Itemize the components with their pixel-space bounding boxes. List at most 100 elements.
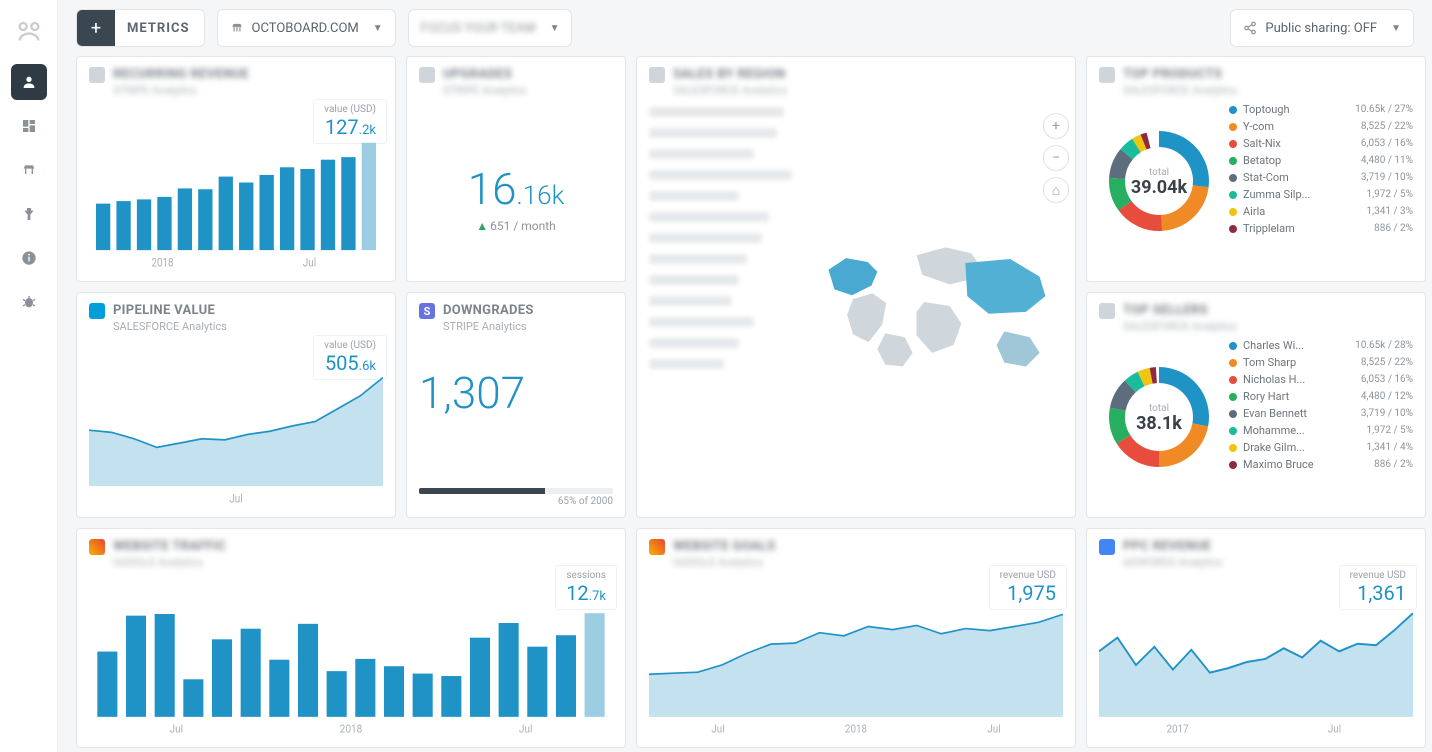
card-title: SALES BY REGION: [673, 67, 787, 82]
legend-row: Y-com8,525 / 22%: [1229, 118, 1413, 135]
legend-row: Airla1,341 / 3%: [1229, 203, 1413, 220]
nav-debug-icon[interactable]: [11, 284, 47, 320]
svg-text:38.1k: 38.1k: [1136, 413, 1182, 434]
svg-text:Jul: Jul: [987, 722, 1000, 736]
progress-bar: 65% of 2000: [419, 488, 613, 507]
card-upgrades[interactable]: UPGRADES STRIPE Analytics 16.16k ▲651 / m…: [406, 56, 626, 282]
card-subtitle: GOOGLE Analytics: [673, 556, 776, 569]
legend-row: Zumma Silp...1,972 / 5%: [1229, 186, 1413, 203]
card-top-sellers[interactable]: TOP SELLERS SALESFORCE Analytics total38.…: [1086, 292, 1426, 518]
world-map[interactable]: [809, 97, 1063, 511]
nav-account-icon[interactable]: [11, 64, 47, 100]
svg-text:Jul: Jul: [711, 722, 724, 736]
legend-row: Rory Hart4,480 / 12%: [1229, 388, 1413, 405]
adwords-icon: [1099, 539, 1115, 555]
legend-row: Maximo Bruce886 / 2%: [1229, 456, 1413, 473]
public-sharing-label: Public sharing: OFF: [1265, 21, 1377, 36]
metric-value: 16.16k: [419, 163, 613, 215]
card-subtitle: STRIPE Analytics: [113, 84, 249, 97]
bar-chart: Jul 2018 Jul: [89, 569, 613, 737]
nav-dashboards-icon[interactable]: [11, 108, 47, 144]
legend-row: Drake Gilm...1,341 / 4%: [1229, 439, 1413, 456]
card-subtitle: SALESFORCE Analytics: [673, 84, 787, 97]
legend-row: Tom Sharp8,525 / 22%: [1229, 354, 1413, 371]
sidebar: [0, 0, 58, 752]
donut-chart: total38.1k: [1099, 337, 1219, 487]
nav-integrations-icon[interactable]: [11, 196, 47, 232]
chevron-down-icon: ▼: [373, 23, 383, 34]
metric-value: 1,307: [419, 367, 613, 419]
card-pipeline-value[interactable]: PIPELINE VALUESALESFORCE Analytics value…: [76, 292, 396, 518]
card-title: UPGRADES: [443, 67, 527, 82]
legend: Toptough10.65k / 27%Y-com8,525 / 22%Salt…: [1229, 101, 1413, 251]
share-icon: [1243, 21, 1257, 35]
card-recurring-revenue[interactable]: RECURRING REVENUESTRIPE Analytics value …: [76, 56, 396, 282]
stripe-icon: [419, 67, 435, 83]
area-chart: Jul: [89, 333, 383, 507]
card-subtitle: SALESFORCE Analytics: [113, 320, 227, 333]
card-subtitle: ADWORDS Analytics: [1123, 556, 1223, 569]
salesforce-icon: [89, 303, 105, 319]
card-subtitle: STRIPE Analytics: [443, 84, 527, 97]
google-analytics-icon: [649, 539, 665, 555]
svg-text:Jul: Jul: [170, 722, 184, 736]
card-ppc-revenue[interactable]: PPC REVENUEADWORDS Analytics revenue USD…: [1086, 528, 1426, 748]
legend-row: Mohamme...1,972 / 5%: [1229, 422, 1413, 439]
zoom-out-button[interactable]: −: [1043, 145, 1069, 171]
legend-row: Nicholas H...6,053 / 16%: [1229, 371, 1413, 388]
card-website-goals[interactable]: WEBSITE GOALSGOOGLE Analytics revenue US…: [636, 528, 1076, 748]
card-title: WEBSITE TRAFFIC: [113, 539, 226, 554]
nav-data-icon[interactable]: [11, 152, 47, 188]
card-subtitle: SALESFORCE Analytics: [1123, 320, 1237, 333]
card-title: RECURRING REVENUE: [113, 67, 249, 82]
legend-row: Tripplelam886 / 2%: [1229, 220, 1413, 237]
card-subtitle: STRIPE Analytics: [443, 320, 534, 333]
card-title: PIPELINE VALUE: [113, 303, 227, 318]
donut-chart: total39.04k: [1099, 101, 1219, 251]
salesforce-icon: [1099, 303, 1115, 319]
svg-text:Jul: Jul: [303, 256, 316, 270]
card-title: TOP SELLERS: [1123, 303, 1237, 318]
salesforce-icon: [649, 67, 665, 83]
card-subtitle: SALESFORCE Analytics: [1123, 84, 1237, 97]
area-chart: Jul 2018 Jul: [649, 569, 1063, 737]
public-sharing-toggle[interactable]: Public sharing: OFF ▼: [1230, 9, 1414, 47]
stripe-icon: [89, 67, 105, 83]
card-title: DOWNGRADES: [443, 303, 534, 318]
card-title: WEBSITE GOALS: [673, 539, 776, 554]
line-chart: 2017Jul: [1099, 569, 1413, 737]
metric-delta: ▲651 / month: [419, 219, 613, 233]
chevron-down-icon: ▼: [550, 23, 560, 34]
bar-chart: 2018 Jul: [89, 97, 383, 271]
legend-row: Charles Wi...10.65k / 28%: [1229, 337, 1413, 354]
region-list: [649, 103, 799, 511]
svg-text:2018: 2018: [340, 722, 363, 736]
google-analytics-icon: [89, 539, 105, 555]
svg-text:Jul: Jul: [1328, 722, 1341, 736]
card-downgrades[interactable]: SDOWNGRADESSTRIPE Analytics 1,307 65% of…: [406, 292, 626, 518]
legend: Charles Wi...10.65k / 28%Tom Sharp8,525 …: [1229, 337, 1413, 487]
workspace-select[interactable]: OCTOBOARD.COM ▼: [217, 9, 396, 47]
zoom-in-button[interactable]: +: [1043, 113, 1069, 139]
card-subtitle: GOOGLE Analytics: [113, 556, 226, 569]
svg-text:2018: 2018: [845, 722, 867, 736]
plus-icon: +: [77, 9, 115, 47]
card-top-products[interactable]: TOP PRODUCTSSALESFORCE Analytics total39…: [1086, 56, 1426, 282]
card-website-traffic[interactable]: WEBSITE TRAFFICGOOGLE Analytics sessions…: [76, 528, 626, 748]
svg-text:39.04k: 39.04k: [1131, 177, 1188, 198]
add-metrics-button[interactable]: + METRICS: [76, 9, 205, 47]
nav-info-icon[interactable]: [11, 240, 47, 276]
card-title: PPC REVENUE: [1123, 539, 1223, 554]
brand-logo: [9, 10, 49, 50]
home-button[interactable]: ⌂: [1043, 177, 1069, 203]
svg-text:Jul: Jul: [519, 722, 533, 736]
svg-text:2018: 2018: [151, 256, 173, 270]
card-sales-region[interactable]: SALES BY REGIONSALESFORCE Analytics + − …: [636, 56, 1076, 518]
legend-row: Salt-Nix6,053 / 16%: [1229, 135, 1413, 152]
team-select[interactable]: FOCUS YOUR TEAM ▼: [408, 9, 573, 47]
legend-row: Toptough10.65k / 27%: [1229, 101, 1413, 118]
legend-row: Evan Bennett3,719 / 10%: [1229, 405, 1413, 422]
topbar: + METRICS OCTOBOARD.COM ▼ FOCUS YOUR TEA…: [58, 0, 1432, 56]
legend-row: Stat-Com3,719 / 10%: [1229, 169, 1413, 186]
add-metrics-label: METRICS: [123, 21, 204, 36]
